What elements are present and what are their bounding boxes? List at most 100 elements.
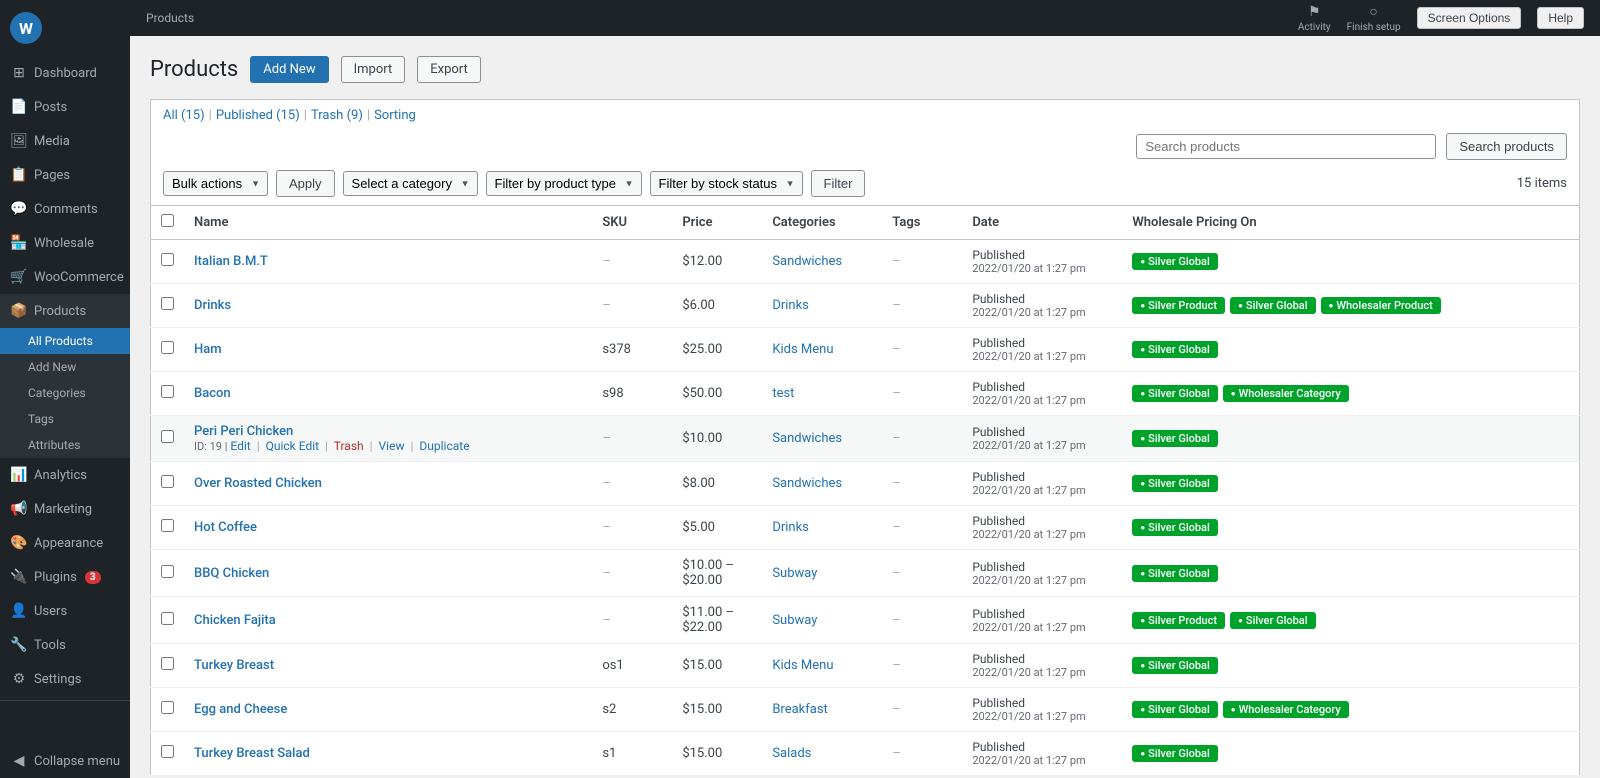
product-name-link[interactable]: Over Roasted Chicken — [194, 476, 322, 491]
view-link[interactable]: View — [379, 439, 405, 453]
product-name-cell: Turkey Breast — [184, 644, 592, 688]
product-name-link[interactable]: Turkey Breast — [194, 658, 274, 673]
category-filter-select[interactable]: Select a category — [343, 171, 478, 196]
quick-edit-link[interactable]: Quick Edit — [266, 439, 319, 453]
edit-link[interactable]: Edit — [230, 439, 250, 453]
tags-value: – — [892, 342, 901, 357]
category-link[interactable]: Drinks — [772, 520, 809, 535]
row-checkbox[interactable] — [161, 475, 174, 488]
row-checkbox[interactable] — [161, 341, 174, 354]
product-name-link[interactable]: Egg and Cheese — [194, 702, 287, 717]
row-checkbox[interactable] — [161, 657, 174, 670]
export-button[interactable]: Export — [417, 56, 481, 83]
apply-button[interactable]: Apply — [276, 170, 335, 197]
publish-status: Published — [972, 652, 1112, 666]
trash-link[interactable]: Trash — [334, 439, 364, 453]
search-button[interactable]: Search products — [1446, 133, 1567, 160]
sidebar-item-posts[interactable]: 📄 Posts — [0, 90, 130, 124]
products-tbody: Italian B.M.T – $12.00 Sandwiches – Publ… — [151, 240, 1580, 776]
row-checkbox[interactable] — [161, 430, 174, 443]
row-checkbox[interactable] — [161, 612, 174, 625]
category-link[interactable]: Sandwiches — [772, 431, 842, 446]
header-checkbox-cell — [151, 206, 185, 240]
category-link[interactable]: Breakfast — [772, 702, 828, 717]
product-name-link[interactable]: Italian B.M.T — [194, 254, 268, 269]
category-link[interactable]: Sandwiches — [772, 254, 842, 269]
row-checkbox-cell — [151, 372, 185, 416]
product-name-cell: Ham — [184, 328, 592, 372]
category-link[interactable]: Kids Menu — [772, 658, 833, 673]
sidebar-item-all-products[interactable]: All Products — [0, 328, 130, 354]
category-link[interactable]: Salads — [772, 746, 811, 761]
product-name-link[interactable]: Drinks — [194, 298, 231, 313]
sidebar-item-users[interactable]: 👤 Users — [0, 594, 130, 628]
product-name-link[interactable]: Hot Coffee — [194, 520, 257, 535]
sidebar-item-settings[interactable]: ⚙ Settings — [0, 662, 130, 696]
filter-button[interactable]: Filter — [811, 170, 866, 197]
add-new-button[interactable]: Add New — [250, 56, 328, 83]
sidebar-item-woocommerce[interactable]: 🛒 WooCommerce — [0, 260, 130, 294]
activity-button[interactable]: ⚑ Activity — [1298, 4, 1331, 33]
category-link[interactable]: Subway — [772, 613, 817, 628]
sidebar-item-tags[interactable]: Tags — [0, 406, 130, 432]
subnav-published[interactable]: Published (15) — [216, 108, 300, 123]
sidebar-item-attributes[interactable]: Attributes — [0, 432, 130, 458]
sidebar-item-analytics[interactable]: 📊 Analytics — [0, 458, 130, 492]
price-value: $10.00 – $20.00 — [682, 558, 734, 588]
wholesale-badges-cell: Silver Global — [1122, 732, 1579, 776]
sidebar-item-plugins[interactable]: 🔌 Plugins 3 — [0, 560, 130, 594]
sidebar-item-marketing[interactable]: 📢 Marketing — [0, 492, 130, 526]
sidebar-item-comments[interactable]: 💬 Comments — [0, 192, 130, 226]
row-checkbox[interactable] — [161, 385, 174, 398]
help-button[interactable]: Help — [1537, 7, 1584, 29]
row-checkbox[interactable] — [161, 701, 174, 714]
category-link[interactable]: Drinks — [772, 298, 809, 313]
product-name-link[interactable]: Turkey Breast Salad — [194, 746, 310, 761]
row-checkbox[interactable] — [161, 565, 174, 578]
finish-setup-button[interactable]: ○ Finish setup — [1347, 3, 1401, 33]
marketing-icon: 📢 — [10, 500, 28, 518]
sku-value: s1 — [602, 746, 616, 761]
sidebar-item-products[interactable]: 📦 Products — [0, 294, 130, 328]
product-name-link[interactable]: Ham — [194, 342, 222, 357]
sidebar-item-wholesale[interactable]: 🏪 Wholesale — [0, 226, 130, 260]
subnav-trash[interactable]: Trash (9) — [311, 108, 363, 123]
import-button[interactable]: Import — [341, 56, 406, 83]
sidebar-item-add-new[interactable]: Add New — [0, 354, 130, 380]
duplicate-link[interactable]: Duplicate — [419, 439, 469, 453]
select-all-checkbox[interactable] — [161, 214, 174, 227]
product-name-link[interactable]: BBQ Chicken — [194, 566, 269, 581]
header-name[interactable]: Name — [184, 206, 592, 240]
sku-value: s2 — [602, 702, 616, 717]
sidebar-item-dashboard[interactable]: ⊞ Dashboard — [0, 56, 130, 90]
category-link[interactable]: Sandwiches — [772, 476, 842, 491]
table-header-row: Name SKU Price Categories Tags Date Whol… — [151, 206, 1580, 240]
product-name-link[interactable]: Chicken Fajita — [194, 613, 276, 628]
category-link[interactable]: test — [772, 386, 794, 401]
subnav-all[interactable]: All (15) — [163, 108, 205, 123]
row-checkbox[interactable] — [161, 745, 174, 758]
type-filter-select[interactable]: Filter by product type — [486, 171, 642, 196]
sidebar-item-media[interactable]: 🖼 Media — [0, 124, 130, 158]
subnav-sorting[interactable]: Sorting — [374, 108, 416, 123]
sidebar-item-appearance[interactable]: 🎨 Appearance — [0, 526, 130, 560]
product-name-link[interactable]: Bacon — [194, 386, 231, 401]
category-cell: Kids Menu — [762, 644, 882, 688]
content-area: Products Add New Import Export All (15) … — [130, 36, 1600, 778]
sidebar-item-categories[interactable]: Categories — [0, 380, 130, 406]
page-heading: Products Add New Import Export — [150, 56, 1580, 83]
search-input[interactable] — [1136, 134, 1436, 159]
sidebar-item-tools[interactable]: 🔧 Tools — [0, 628, 130, 662]
category-link[interactable]: Kids Menu — [772, 342, 833, 357]
collapse-menu-button[interactable]: ◀ Collapse menu — [0, 744, 130, 778]
screen-options-button[interactable]: Screen Options — [1417, 7, 1522, 29]
bulk-actions-select[interactable]: Bulk actions — [163, 171, 268, 196]
product-name-link[interactable]: Peri Peri Chicken — [194, 424, 293, 439]
sidebar-item-pages[interactable]: 📋 Pages — [0, 158, 130, 192]
category-link[interactable]: Subway — [772, 566, 817, 581]
stock-filter-select[interactable]: Filter by stock status — [650, 171, 803, 196]
row-checkbox[interactable] — [161, 519, 174, 532]
row-checkbox[interactable] — [161, 253, 174, 266]
row-checkbox[interactable] — [161, 297, 174, 310]
type-filter-wrap: Filter by product type — [486, 171, 642, 196]
